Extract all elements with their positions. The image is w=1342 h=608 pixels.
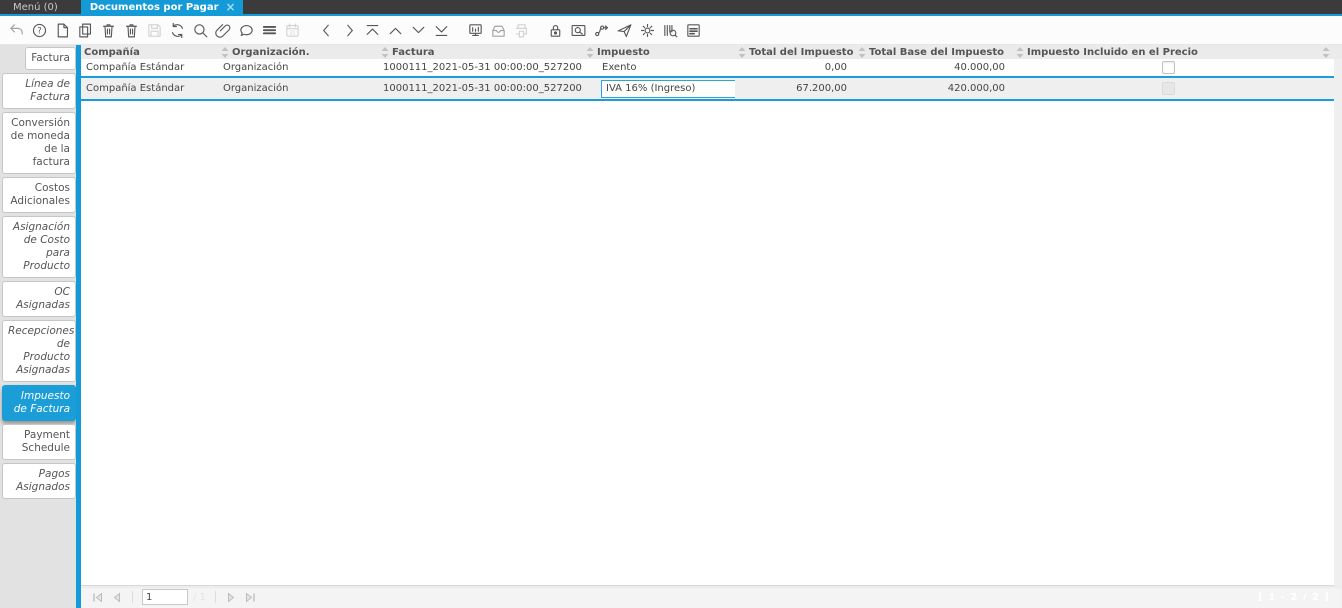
column-header-factura[interactable]: Factura bbox=[378, 46, 583, 58]
record-range-label: [ 1 - 2 / 2 ] bbox=[1258, 591, 1330, 603]
column-header-total-del-impuesto[interactable]: Total del Impuesto bbox=[735, 46, 855, 58]
down-record-icon[interactable] bbox=[407, 18, 430, 42]
prev-page-icon bbox=[109, 590, 123, 604]
sidebar-tab-conversion-de-moneda[interactable]: Conversión de moneda de la factura bbox=[2, 112, 76, 174]
up-record-icon[interactable] bbox=[384, 18, 407, 42]
tax-field-editor[interactable]: IVA 16% (Ingreso) bbox=[601, 79, 735, 98]
sidebar-tab-payment-schedule[interactable]: Payment Schedule bbox=[2, 424, 76, 460]
column-header-compania[interactable]: Compañía bbox=[81, 47, 218, 58]
delete-record-icon[interactable] bbox=[97, 18, 120, 42]
paging-bar: / 1 [ 1 - 2 / 2 ] bbox=[81, 585, 1342, 608]
table-body: Compañía Estándar Organización 1000111_2… bbox=[81, 59, 1334, 101]
window-tab-bar: Menú (0) Documentos por Pagar × bbox=[0, 0, 1342, 14]
sidebar-tab-impuesto-de-factura[interactable]: Impuesto de Factura bbox=[2, 385, 76, 421]
sidebar-tab-linea-de-factura[interactable]: Línea de Factura bbox=[2, 73, 76, 109]
menu-tab[interactable]: Menú (0) bbox=[0, 0, 72, 14]
active-tab-label: Documentos por Pagar bbox=[89, 1, 219, 13]
cell-tax: IVA 16% (Ingreso) bbox=[583, 79, 735, 98]
table-header-row: Compañía Organización. Factura Impuesto … bbox=[81, 45, 1342, 59]
cell-tax[interactable]: Exento bbox=[583, 62, 735, 73]
close-icon[interactable]: × bbox=[226, 1, 236, 13]
cell-tax-base-amount[interactable]: 40.000,00 bbox=[855, 62, 1013, 73]
undo-icon[interactable] bbox=[5, 18, 28, 42]
cell-organization[interactable]: Organización bbox=[218, 83, 378, 94]
cell-company[interactable]: Compañía Estándar bbox=[81, 83, 218, 94]
tax-included-checkbox[interactable] bbox=[1161, 61, 1175, 74]
column-header-total-base[interactable]: Total Base del Impuesto bbox=[855, 46, 1013, 58]
chat-icon[interactable] bbox=[235, 18, 258, 42]
workflow-icon[interactable] bbox=[590, 18, 613, 42]
table-row[interactable]: Compañía Estándar Organización 1000111_2… bbox=[81, 59, 1334, 78]
sidebar-tab-asignacion-de-costo[interactable]: Asignación de Costo para Producto bbox=[2, 216, 76, 278]
svg-text:31: 31 bbox=[289, 30, 295, 36]
column-header-organizacion[interactable]: Organización. bbox=[218, 46, 378, 58]
tab-documentos-por-pagar[interactable]: Documentos por Pagar × bbox=[80, 0, 243, 14]
svg-text:?: ? bbox=[37, 26, 42, 36]
sidebar-tab-factura[interactable]: Factura bbox=[25, 47, 76, 70]
sort-icon[interactable] bbox=[381, 46, 389, 58]
cell-tax-base-amount[interactable]: 420.000,00 bbox=[855, 83, 1013, 94]
cell-tax-amount[interactable]: 0,00 bbox=[735, 62, 855, 73]
paging-separator bbox=[214, 591, 216, 603]
first-record-icon[interactable] bbox=[361, 18, 384, 42]
toolbar: ? 31 bbox=[0, 16, 1342, 45]
attachment-icon[interactable] bbox=[212, 18, 235, 42]
menu-tab-label: Menú (0) bbox=[13, 1, 58, 13]
cell-tax-included bbox=[1013, 82, 1323, 95]
cell-organization[interactable]: Organización bbox=[218, 62, 378, 73]
product-info-icon[interactable] bbox=[659, 18, 682, 42]
save-icon bbox=[143, 18, 166, 42]
preferences-icon[interactable] bbox=[636, 18, 659, 42]
sidebar-tab-oc-asignadas[interactable]: OC Asignadas bbox=[2, 281, 76, 317]
lock-icon[interactable] bbox=[544, 18, 567, 42]
share-icon[interactable] bbox=[613, 18, 636, 42]
help-icon[interactable]: ? bbox=[28, 18, 51, 42]
copy-record-icon[interactable] bbox=[74, 18, 97, 42]
sort-icon[interactable] bbox=[738, 46, 746, 58]
sort-icon[interactable] bbox=[221, 46, 229, 58]
paging-separator bbox=[132, 591, 133, 603]
tab-sidebar: Factura Línea de Factura Conversión de m… bbox=[0, 45, 76, 608]
table-row[interactable]: Compañía Estándar Organización 1000111_2… bbox=[81, 78, 1334, 101]
first-page-icon bbox=[90, 590, 104, 604]
page-number-input[interactable] bbox=[142, 589, 188, 605]
next-page-icon bbox=[225, 590, 239, 604]
report-icon[interactable] bbox=[682, 18, 705, 42]
column-header-impuesto[interactable]: Impuesto bbox=[583, 46, 735, 58]
prev-record-icon[interactable] bbox=[315, 18, 338, 42]
delete-selection-icon[interactable] bbox=[120, 18, 143, 42]
cell-company[interactable]: Compañía Estándar bbox=[81, 62, 218, 73]
new-record-icon[interactable] bbox=[51, 18, 74, 42]
refresh-icon[interactable] bbox=[166, 18, 189, 42]
sort-icon[interactable] bbox=[1016, 46, 1024, 58]
cell-invoice[interactable]: 1000111_2021-05-31 00:00:00_527200.00 bbox=[378, 83, 583, 94]
sidebar-tab-costos-adicionales[interactable]: Costos Adicionales bbox=[2, 177, 76, 213]
print-icon bbox=[510, 18, 533, 42]
archive-icon[interactable] bbox=[487, 18, 510, 42]
zoom-across-icon[interactable] bbox=[567, 18, 590, 42]
sidebar-tab-recepciones[interactable]: Recepciones de Producto Asignadas bbox=[2, 320, 76, 382]
cell-tax-amount[interactable]: 67.200,00 bbox=[735, 83, 855, 94]
sidebar-tab-pagos-asignados[interactable]: Pagos Asignados bbox=[2, 463, 76, 499]
column-header-impuesto-incluido[interactable]: Impuesto Incluido en el Precio bbox=[1013, 46, 1323, 58]
last-page-icon bbox=[244, 590, 258, 604]
find-icon[interactable] bbox=[189, 18, 212, 42]
table-empty-area bbox=[81, 101, 1342, 585]
sort-icon[interactable] bbox=[586, 46, 594, 58]
last-record-icon[interactable] bbox=[430, 18, 453, 42]
invoice-tax-panel: Compañía Organización. Factura Impuesto … bbox=[81, 45, 1342, 608]
workflow-window-icon[interactable] bbox=[464, 18, 487, 42]
cell-tax-included bbox=[1013, 61, 1323, 74]
next-record-icon[interactable] bbox=[338, 18, 361, 42]
grid-toggle-icon[interactable] bbox=[258, 18, 281, 42]
sort-icon[interactable] bbox=[858, 46, 866, 58]
page-total-label: / 1 bbox=[193, 591, 206, 603]
calendar-icon: 31 bbox=[281, 18, 304, 42]
vertical-scrollbar[interactable] bbox=[1334, 59, 1342, 586]
tax-included-checkbox bbox=[1161, 82, 1175, 95]
sort-icon[interactable] bbox=[1323, 46, 1330, 58]
column-header-extra[interactable] bbox=[1323, 46, 1342, 58]
cell-invoice[interactable]: 1000111_2021-05-31 00:00:00_527200.00 bbox=[378, 62, 583, 73]
